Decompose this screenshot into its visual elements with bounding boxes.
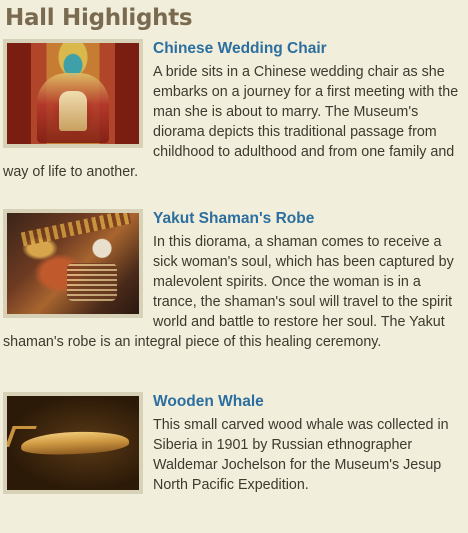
highlight-item: Chinese Wedding Chair A bride sits in a … xyxy=(3,39,468,182)
thumbnail-frame[interactable] xyxy=(3,392,143,494)
hall-highlights-panel: Hall Highlights Chinese Wedding Chair A … xyxy=(0,4,468,533)
yakut-shaman-robe-image[interactable] xyxy=(7,213,139,314)
highlight-item: Wooden Whale This small carved wood whal… xyxy=(3,392,468,496)
wooden-whale-image[interactable] xyxy=(7,396,139,490)
thumbnail-frame[interactable] xyxy=(3,209,143,318)
thumbnail-frame[interactable] xyxy=(3,39,143,148)
highlight-item: Yakut Shaman's Robe In this diorama, a s… xyxy=(3,209,468,352)
chinese-wedding-chair-image[interactable] xyxy=(7,43,139,144)
page-title: Hall Highlights xyxy=(5,5,193,31)
